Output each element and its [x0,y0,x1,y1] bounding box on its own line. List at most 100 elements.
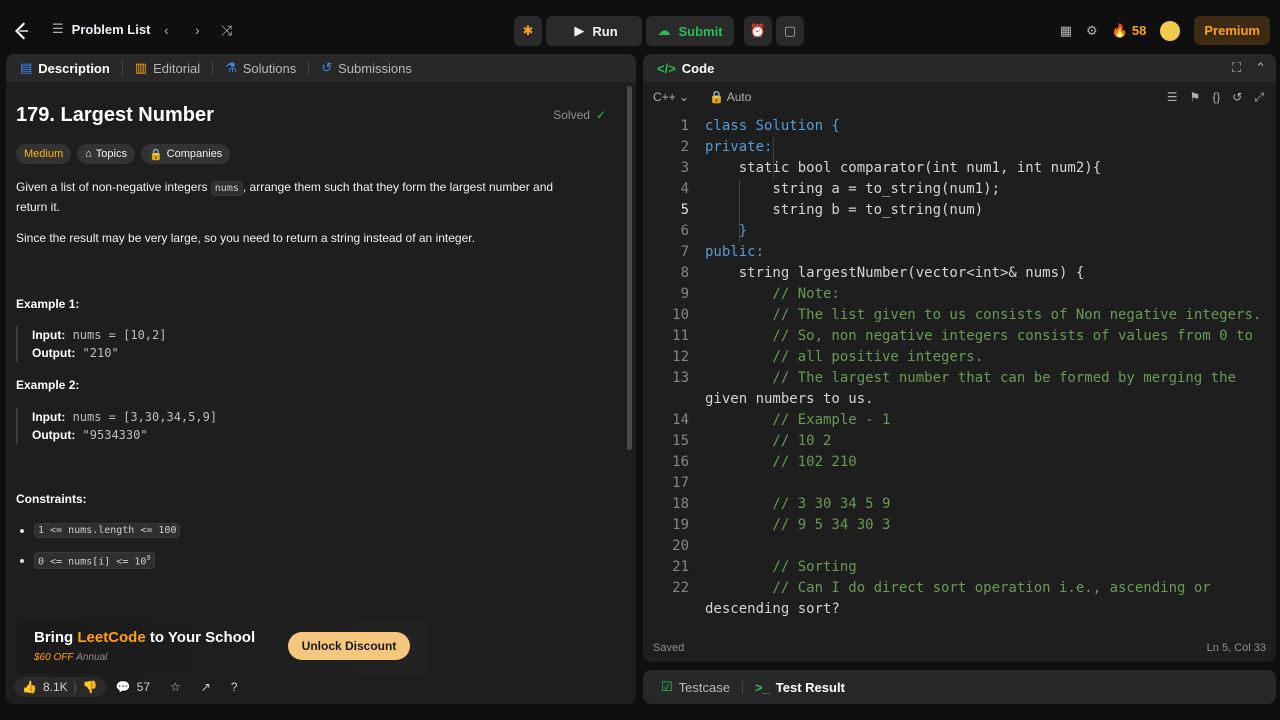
companies-button[interactable]: 🔒 Companies [140,144,231,164]
save-status: Saved [653,642,685,654]
bookmark-icon[interactable]: ⚑ [1190,90,1201,105]
divider [308,61,310,75]
fullscreen-icon[interactable]: ⤢ [1254,90,1264,105]
code-editor[interactable]: 1 class Solution {2 private: 3 static bool … [643,116,1276,636]
line-number: 12 [672,349,689,365]
debug-button[interactable]: ✱ [514,16,542,46]
code-text: } [705,223,748,239]
prev-problem-icon[interactable]: ‹ [164,22,169,38]
layout-icon[interactable]: ▦ [1060,23,1072,39]
indent-guide [739,179,740,242]
share-icon[interactable]: ↗ [201,680,211,694]
submit-button[interactable]: ☁ Submit [646,16,734,46]
line-number: 7 [680,244,689,260]
constraints-title: Constraints: [16,492,87,506]
line-number: 11 [672,328,689,344]
unlock-discount-button[interactable]: Unlock Discount [288,632,410,660]
comment-icon: 💬 [115,680,131,694]
line-number: 22 [672,580,689,596]
avatar[interactable] [1160,20,1181,41]
bug-icon: ✱ [522,23,534,38]
cursor-position: Ln 5, Col 33 [1206,642,1266,654]
tab-test-result[interactable]: >_ Test Result [749,680,851,695]
comments-button[interactable]: 💬 57 [116,680,150,694]
premium-button[interactable]: Premium [1194,16,1270,45]
code-text: string a = to_string(num1); [705,181,1001,197]
note-icon: ▢ [783,23,797,38]
auto-mode[interactable]: 🔒 Auto [709,90,751,104]
test-panel: ☑ Testcase >_ Test Result [643,670,1276,704]
divider [121,61,123,75]
code-text: // 9 5 34 30 3 [705,517,891,533]
line-number: 6 [680,223,689,239]
line-number: 2 [680,139,689,155]
code-tab-bar: </> Code ⛶ ⌃ [643,54,1276,82]
constraint-item: 1 <= nums.length <= 100 [20,523,181,538]
user-controls: ▦ ⚙ 🔥 58 Premium [1060,16,1270,45]
top-bar: ☰ Problem List ‹ › ⤨ ✱ ▶ Run ☁ Submit ⏰ … [0,10,1280,52]
leetcode-logo-icon[interactable] [12,21,30,41]
problem-note: Since the result may be very large, so y… [16,231,475,245]
scrollbar[interactable] [627,86,632,450]
code-text: public: [705,244,765,260]
notes-button[interactable]: ▢ [776,16,804,46]
streak-counter[interactable]: 🔥 58 [1112,23,1147,39]
line-number: 8 [680,265,689,281]
braces-icon[interactable]: {} [1212,90,1220,105]
line-number: 17 [672,475,689,491]
collapse-icon[interactable]: ⌃ [1255,60,1266,76]
tab-description[interactable]: ▤ Description [14,60,116,76]
left-tab-bar: ▤ Description ▥ Editorial ⚗ Solutions ↺ … [6,54,636,82]
maximize-icon[interactable]: ⛶ [1232,60,1241,76]
line-number: 16 [672,454,689,470]
check-circle-icon: ✓ [595,108,606,122]
line-number: 14 [672,412,689,428]
code-text: // 3 30 34 5 9 [705,496,891,512]
difficulty-badge[interactable]: Medium [16,144,72,164]
next-problem-icon[interactable]: › [195,22,200,38]
code-panel: </> Code ⛶ ⌃ C++ ⌄ 🔒 Auto ☰ ⚑ {} ↺ ⤢ 1 cl… [643,54,1276,662]
promo-title: Bring LeetCode to Your School [34,629,256,646]
line-number: 21 [672,559,689,575]
checkbox-icon: ☑ [661,679,673,694]
shuffle-icon[interactable]: ⤨ [221,22,232,39]
example-2-block: Input: nums = [3,30,34,5,9] Output: "953… [16,408,217,444]
example-2-title: Example 2: [16,378,80,392]
code-text: string b = to_string(num) [705,202,984,218]
like-button[interactable]: 👍 8.1K | 👎 [14,677,106,697]
tab-editorial[interactable]: ▥ Editorial [129,60,206,76]
line-number: 5 [680,202,689,218]
tab-code[interactable]: </> Code [651,61,720,76]
gear-icon[interactable]: ⚙ [1086,23,1098,39]
code-text: private: [705,139,773,155]
thumbs-up-icon: 👍 [22,680,37,694]
code-text: class Solution { [705,118,840,134]
code-text: // The list given to us consists of Non … [705,307,1262,323]
inline-code: nums [210,181,243,196]
tab-solutions[interactable]: ⚗ Solutions [219,60,302,76]
solved-status: Solved ✓ [553,108,606,122]
flask-icon: ⚗ [225,60,237,75]
line-number: 9 [680,286,689,302]
run-button[interactable]: ▶ Run [546,16,642,46]
tab-submissions[interactable]: ↺ Submissions [315,60,418,76]
code-text: string largestNumber(vector<int>& nums) … [705,265,1085,281]
code-text: // Sorting [705,559,857,575]
list-icon[interactable]: ☰ [52,21,64,37]
problem-list-link[interactable]: Problem List [72,22,151,37]
play-icon: ▶ [574,23,585,38]
line-number: 15 [672,433,689,449]
format-icon[interactable]: ☰ [1167,90,1178,105]
promo-banner: Bring LeetCode to Your School $60 OFF An… [16,622,428,674]
alarm-icon: ⏰ [749,23,767,38]
topics-button[interactable]: ⌂ Topics [77,144,135,164]
timer-button[interactable]: ⏰ [744,16,772,46]
help-icon[interactable]: ? [231,680,238,694]
tab-testcase[interactable]: ☑ Testcase [655,679,736,695]
code-text: // 10 2 [705,433,832,449]
line-number: 18 [672,496,689,512]
language-select[interactable]: C++ ⌄ [653,90,689,104]
problem-list-nav: ☰ Problem List [52,21,150,37]
reset-icon[interactable]: ↺ [1232,90,1242,105]
star-icon[interactable]: ☆ [170,680,181,694]
